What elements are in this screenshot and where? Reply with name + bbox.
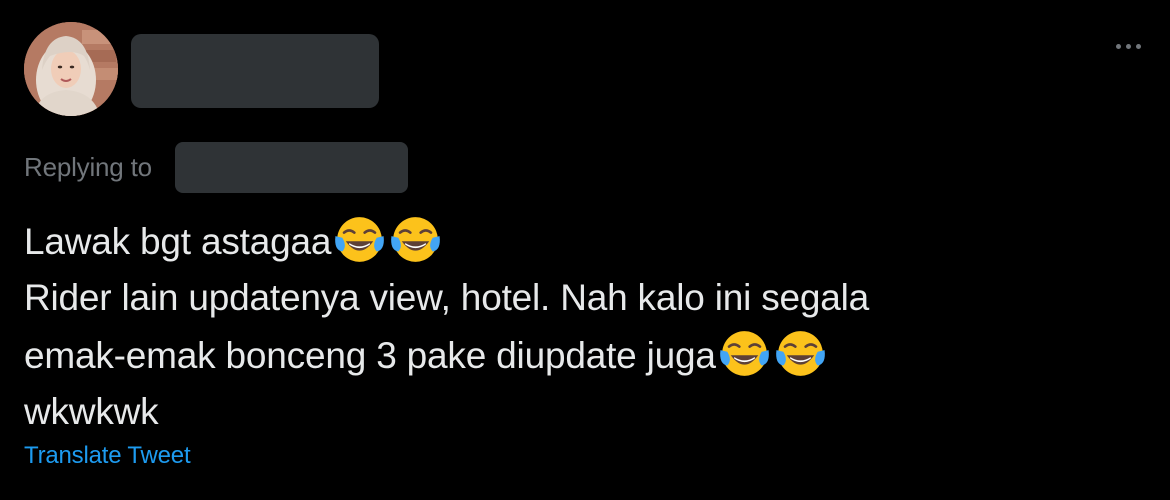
tweet-text-line-3: emak-emak bonceng 3 pake diupdate juga: [24, 326, 1144, 383]
tweet-text-line-1-content: Lawak bgt astagaa: [24, 221, 332, 262]
tweet-text: Lawak bgt astagaa Rider lain updatenya v…: [24, 212, 1144, 440]
more-options-button[interactable]: [1108, 30, 1148, 62]
username-redaction: [131, 34, 379, 108]
tweet-text-line-1: Lawak bgt astagaa: [24, 212, 1144, 269]
face-with-tears-of-joy-icon: [719, 331, 769, 376]
replying-to-label: Replying to: [24, 151, 152, 182]
face-with-tears-of-joy-icon: [391, 217, 441, 262]
tweet-text-line-4: wkwkwk: [24, 391, 159, 432]
tweet-text-line-3-content: emak-emak bonceng 3 pake diupdate juga: [24, 335, 716, 376]
tweet: Replying to Lawak bgt astagaa Rider lain…: [0, 0, 1170, 500]
face-with-tears-of-joy-icon: [335, 217, 385, 262]
replied-user-redaction[interactable]: [175, 142, 408, 193]
reply-context: Replying to: [24, 142, 152, 192]
more-options-icon: [1115, 43, 1141, 49]
face-with-tears-of-joy-icon: [775, 331, 825, 376]
tweet-text-line-2: Rider lain updatenya view, hotel. Nah ka…: [24, 277, 870, 318]
avatar[interactable]: [24, 22, 118, 116]
translate-tweet-link[interactable]: Translate Tweet: [24, 442, 191, 470]
avatar-image: [24, 22, 118, 116]
